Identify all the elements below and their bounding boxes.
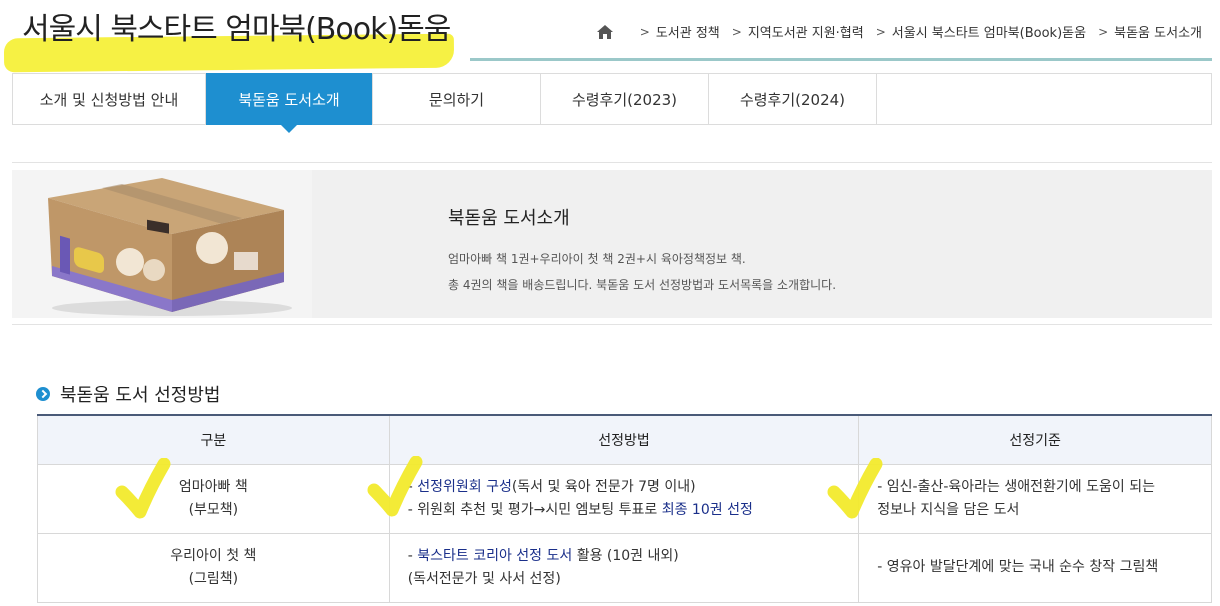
breadcrumb: > 도서관 정책 > 지역도서관 지원·협력 > 서울시 북스타트 엄마북(Bo… <box>596 22 1202 41</box>
breadcrumb-label: 서울시 북스타트 엄마북(Book)돋움 <box>891 26 1087 41</box>
tab-inquiry[interactable]: 문의하기 <box>373 74 541 124</box>
breadcrumb-label: 지역도서관 지원·협력 <box>747 26 864 41</box>
column-header: 선정방법 <box>388 414 860 465</box>
breadcrumb-item[interactable]: > 북돋움 도서소개 <box>1094 22 1202 42</box>
tab-bar: 소개 및 신청방법 안내 북돋움 도서소개 문의하기 수령후기(2023) 수령… <box>12 73 1212 133</box>
method-text: (독서 및 육아 전문가 7명 이내) <box>511 478 696 495</box>
column-header: 선정기준 <box>858 414 1212 465</box>
breadcrumb-item[interactable]: > 지역도서관 지원·협력 <box>728 22 864 42</box>
criteria-line: - 영유아 발달단계에 맞는 국내 순수 창작 그림책 <box>877 559 1159 575</box>
category-cell: 엄마아빠 책 (부모책) <box>37 463 390 534</box>
intro-heading: 북돋움 도서소개 <box>448 208 570 229</box>
tab-review-2024[interactable]: 수령후기(2024) <box>709 74 877 124</box>
category-name: 우리아이 첫 책 <box>170 547 257 564</box>
column-header: 구분 <box>37 414 390 465</box>
criteria-line: 정보나 지식을 담은 도서 <box>877 501 1020 518</box>
method-cell: - 선정위원회 구성(독서 및 육아 전문가 7명 이내) - 위원회 추천 및… <box>388 463 860 534</box>
method-line: - 북스타트 코리아 선정 도서 활용 (10권 내외) <box>408 545 841 568</box>
method-line: - 위원회 추천 및 평가→시민 엠보팅 투표로 최종 10권 선정 <box>408 499 841 522</box>
category-sub: (그림책) <box>188 570 239 587</box>
tab-label: 북돋움 도서소개 <box>238 90 340 109</box>
intro-panel: 북돋움 도서소개 엄마아빠 책 1권+우리아이 첫 책 2권+시 육아정책정보 … <box>312 170 1212 318</box>
divider <box>12 162 1212 163</box>
category-cell: 우리아이 첫 책 (그림책) <box>37 532 390 603</box>
selection-method-table: 구분 선정방법 선정기준 엄마아빠 책 (부모책) - 선정위원회 구성(독서 … <box>37 414 1212 603</box>
title-underline <box>470 58 1212 61</box>
tab-label: 문의하기 <box>428 90 485 109</box>
breadcrumb-item[interactable]: > 도서관 정책 <box>636 22 720 42</box>
criteria-cell: - 영유아 발달단계에 맞는 국내 순수 창작 그림책 <box>858 532 1212 603</box>
intro-description: 총 4권의 책을 배송드립니다. 북돋움 도서 선정방법과 도서목록을 소개합니… <box>448 278 837 292</box>
divider <box>12 324 1212 325</box>
method-emphasis: 선정위원회 구성 <box>417 478 512 495</box>
section-heading-label: 북돋움 도서 선정방법 <box>60 385 221 406</box>
method-line: - 선정위원회 구성(독서 및 육아 전문가 7명 이내) <box>408 476 841 499</box>
tab-intro[interactable]: 소개 및 신청방법 안내 <box>13 74 206 124</box>
tab-label: 소개 및 신청방법 안내 <box>39 90 179 109</box>
tab-label: 수령후기(2023) <box>571 90 678 109</box>
category-name: 엄마아빠 책 <box>178 478 248 495</box>
table-header-row: 구분 선정방법 선정기준 <box>37 414 1212 465</box>
breadcrumb-label: 북돋움 도서소개 <box>1114 26 1202 41</box>
criteria-cell: - 임신-출산-육아라는 생애전환기에 도움이 되는 정보나 지식을 담은 도서 <box>858 463 1212 534</box>
chevron-right-icon: > <box>731 24 742 39</box>
breadcrumb-item[interactable]: > 서울시 북스타트 엄마북(Book)돋움 <box>872 22 1087 42</box>
section-heading: 북돋움 도서 선정방법 <box>36 381 220 407</box>
method-text: 활용 (10권 내외) <box>572 547 679 564</box>
method-cell: - 북스타트 코리아 선정 도서 활용 (10권 내외) (독서전문가 및 사서… <box>388 532 860 603</box>
chevron-right-icon: > <box>1098 24 1109 39</box>
method-emphasis: 최종 10권 선정 <box>661 501 753 518</box>
method-text: - <box>407 547 418 564</box>
home-icon[interactable] <box>596 24 614 40</box>
intro-description: 엄마아빠 책 1권+우리아이 첫 책 2권+시 육아정책정보 책. <box>448 252 746 266</box>
breadcrumb-label: 도서관 정책 <box>655 26 720 41</box>
method-text: - 위원회 추천 및 평가→시민 엠보팅 투표로 <box>407 501 662 518</box>
page-title: 서울시 북스타트 엄마북(Book)돋움 <box>22 12 451 47</box>
category-sub: (부모책) <box>188 501 239 518</box>
method-line: (독서전문가 및 사서 선정) <box>407 570 561 587</box>
tab-label: 수령후기(2024) <box>739 90 846 109</box>
active-tab-pointer <box>281 125 297 133</box>
book-box-image <box>12 170 312 318</box>
highlighter-check-icon <box>115 458 171 519</box>
table-row: 엄마아빠 책 (부모책) - 선정위원회 구성(독서 및 육아 전문가 7명 이… <box>37 463 1212 534</box>
highlighter-check-icon <box>827 458 883 519</box>
highlighter-check-icon <box>367 456 423 517</box>
table-row: 우리아이 첫 책 (그림책) - 북스타트 코리아 선정 도서 활용 (10권 … <box>37 532 1212 603</box>
chevron-right-icon: > <box>639 24 650 39</box>
tab-review-2023[interactable]: 수령후기(2023) <box>541 74 709 124</box>
method-emphasis: 북스타트 코리아 선정 도서 <box>417 547 573 564</box>
tab-book-intro[interactable]: 북돋움 도서소개 <box>206 73 373 133</box>
bullet-arrow-icon <box>36 387 50 401</box>
criteria-line: - 임신-출산-육아라는 생애전환기에 도움이 되는 <box>877 478 1155 495</box>
chevron-right-icon: > <box>875 24 886 39</box>
